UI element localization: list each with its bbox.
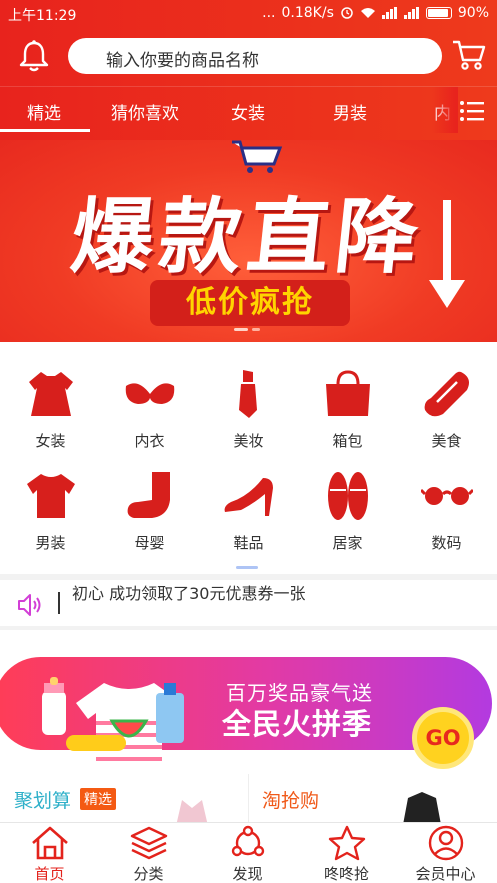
bra-icon <box>125 383 175 404</box>
cart-icon[interactable] <box>452 39 486 71</box>
go-button[interactable]: GO <box>412 707 474 769</box>
glasses-icon <box>421 487 473 505</box>
tabs-fade <box>432 87 458 133</box>
status-bar: 上午11:29 ... 0.18K/s 90% <box>0 0 497 28</box>
section-taoqianggou-title[interactable]: 淘抢购 <box>262 786 319 813</box>
handbag-icon <box>326 370 370 416</box>
nav-discover[interactable]: 发现 <box>198 823 297 883</box>
nav-label: 发现 <box>232 865 263 883</box>
notice-message: 初心 成功领取了30元优惠券一张 <box>72 584 306 603</box>
search-input[interactable]: 输入你要的商品名称 <box>68 38 442 74</box>
search-row: 输入你要的商品名称 <box>0 35 497 79</box>
category-item-men[interactable]: 男装 <box>1 446 100 552</box>
promo-banner[interactable]: 爆款直降 低价疯抢 <box>0 140 497 342</box>
banner-dot-active <box>234 328 248 331</box>
slippers-icon <box>328 472 368 520</box>
wifi-icon <box>360 8 375 18</box>
section-badge: 精选 <box>80 788 116 810</box>
header: 上午11:29 ... 0.18K/s 90% 输入你要的商品名称 精选 猜你喜… <box>0 0 497 140</box>
network-speed: 0.18K/s <box>281 5 334 21</box>
high-heel-icon <box>224 478 273 516</box>
category-grid: 女装 内衣 美妆 箱包 美食 男装 母婴 鞋品 居家 数码 <box>0 342 497 574</box>
category-item-underwear[interactable]: 内衣 <box>100 344 199 450</box>
layers-icon <box>130 826 168 860</box>
toy-image <box>66 735 126 751</box>
product-thumb <box>176 800 208 822</box>
category-pager-indicator <box>236 566 258 569</box>
announcement-bar[interactable]: 初心 成功领取了30元优惠券一张 <box>0 580 497 626</box>
section-divider <box>248 774 249 822</box>
banner-subtitle: 低价疯抢 <box>150 280 350 326</box>
battery-level: 90% <box>457 5 489 21</box>
search-placeholder: 输入你要的商品名称 <box>106 51 259 71</box>
baby-sock-icon <box>127 472 170 518</box>
status-right: ... 0.18K/s 90% <box>262 5 489 21</box>
tab-active-indicator <box>0 129 90 132</box>
category-item-women[interactable]: 女装 <box>1 344 100 450</box>
bell-icon[interactable] <box>18 39 50 73</box>
promo-section: 百万奖品豪气送 全民火拼季 GO <box>0 630 497 771</box>
product-thumb <box>403 792 441 822</box>
signal-icon <box>381 7 398 19</box>
user-icon <box>428 825 464 861</box>
category-item-food[interactable]: 美食 <box>397 344 496 450</box>
alarm-icon <box>341 7 353 19</box>
tab-jingxuan[interactable]: 精选 <box>27 99 61 124</box>
tab-nvzhuang[interactable]: 女装 <box>231 99 265 124</box>
tab-cainixihuan[interactable]: 猜你喜欢 <box>111 99 179 124</box>
category-item-baby[interactable]: 母婴 <box>100 446 199 552</box>
nav-member[interactable]: 会员中心 <box>396 823 495 883</box>
feature-sections: 聚划算 精选 淘抢购 <box>0 770 497 822</box>
category-item-shoes[interactable]: 鞋品 <box>199 446 298 552</box>
category-item-bags[interactable]: 箱包 <box>298 344 397 450</box>
battery-icon <box>425 7 452 19</box>
section-juhuasuan-title[interactable]: 聚划算 <box>14 786 71 813</box>
star-icon <box>328 825 366 861</box>
category-label: 母婴 <box>134 534 165 552</box>
dress-icon <box>29 372 73 416</box>
category-item-home[interactable]: 居家 <box>298 446 397 552</box>
nav-home[interactable]: 首页 <box>0 823 99 883</box>
category-label: 男装 <box>35 534 66 552</box>
category-label: 数码 <box>431 534 462 552</box>
nav-label: 会员中心 <box>415 865 476 883</box>
banner-cart-icon <box>232 140 283 173</box>
speaker-icon <box>18 594 41 616</box>
status-time: 上午11:29 <box>8 8 77 24</box>
bottom-nav: 首页 分类 发现 咚咚抢 会员中心 <box>0 822 497 883</box>
discover-icon <box>231 825 265 857</box>
nav-dongdongqiang[interactable]: 咚咚抢 <box>297 823 396 883</box>
category-label: 居家 <box>332 534 363 552</box>
category-item-beauty[interactable]: 美妆 <box>199 344 298 450</box>
banner-dot <box>252 328 260 331</box>
banner-title: 爆款直降 <box>66 190 429 285</box>
home-icon <box>32 826 68 860</box>
category-tabs: 精选 猜你喜欢 女装 男装 内 <box>0 86 497 133</box>
promo-card[interactable]: 百万奖品豪气送 全民火拼季 GO <box>0 657 492 771</box>
app-screen: 上午11:29 ... 0.18K/s 90% 输入你要的商品名称 精选 猜你喜… <box>0 0 497 883</box>
baby-bottle-image <box>42 677 66 735</box>
status-dots: ... <box>262 5 276 21</box>
nav-label: 分类 <box>133 865 164 883</box>
lipstick-icon <box>239 370 257 418</box>
nav-category[interactable]: 分类 <box>99 823 198 883</box>
tshirt-icon <box>27 474 75 518</box>
menu-list-icon[interactable] <box>458 97 486 125</box>
category-label: 鞋品 <box>233 534 264 552</box>
lotion-image <box>156 683 184 743</box>
promo-line2: 全民火拼季 <box>222 707 373 741</box>
notice-separator <box>58 592 60 614</box>
food-icon <box>424 371 469 417</box>
nav-label: 咚咚抢 <box>323 865 369 883</box>
tab-nanzhuang[interactable]: 男装 <box>333 99 367 124</box>
signal-icon-2 <box>403 7 420 19</box>
nav-label: 首页 <box>34 865 65 883</box>
category-item-digital[interactable]: 数码 <box>397 446 496 552</box>
